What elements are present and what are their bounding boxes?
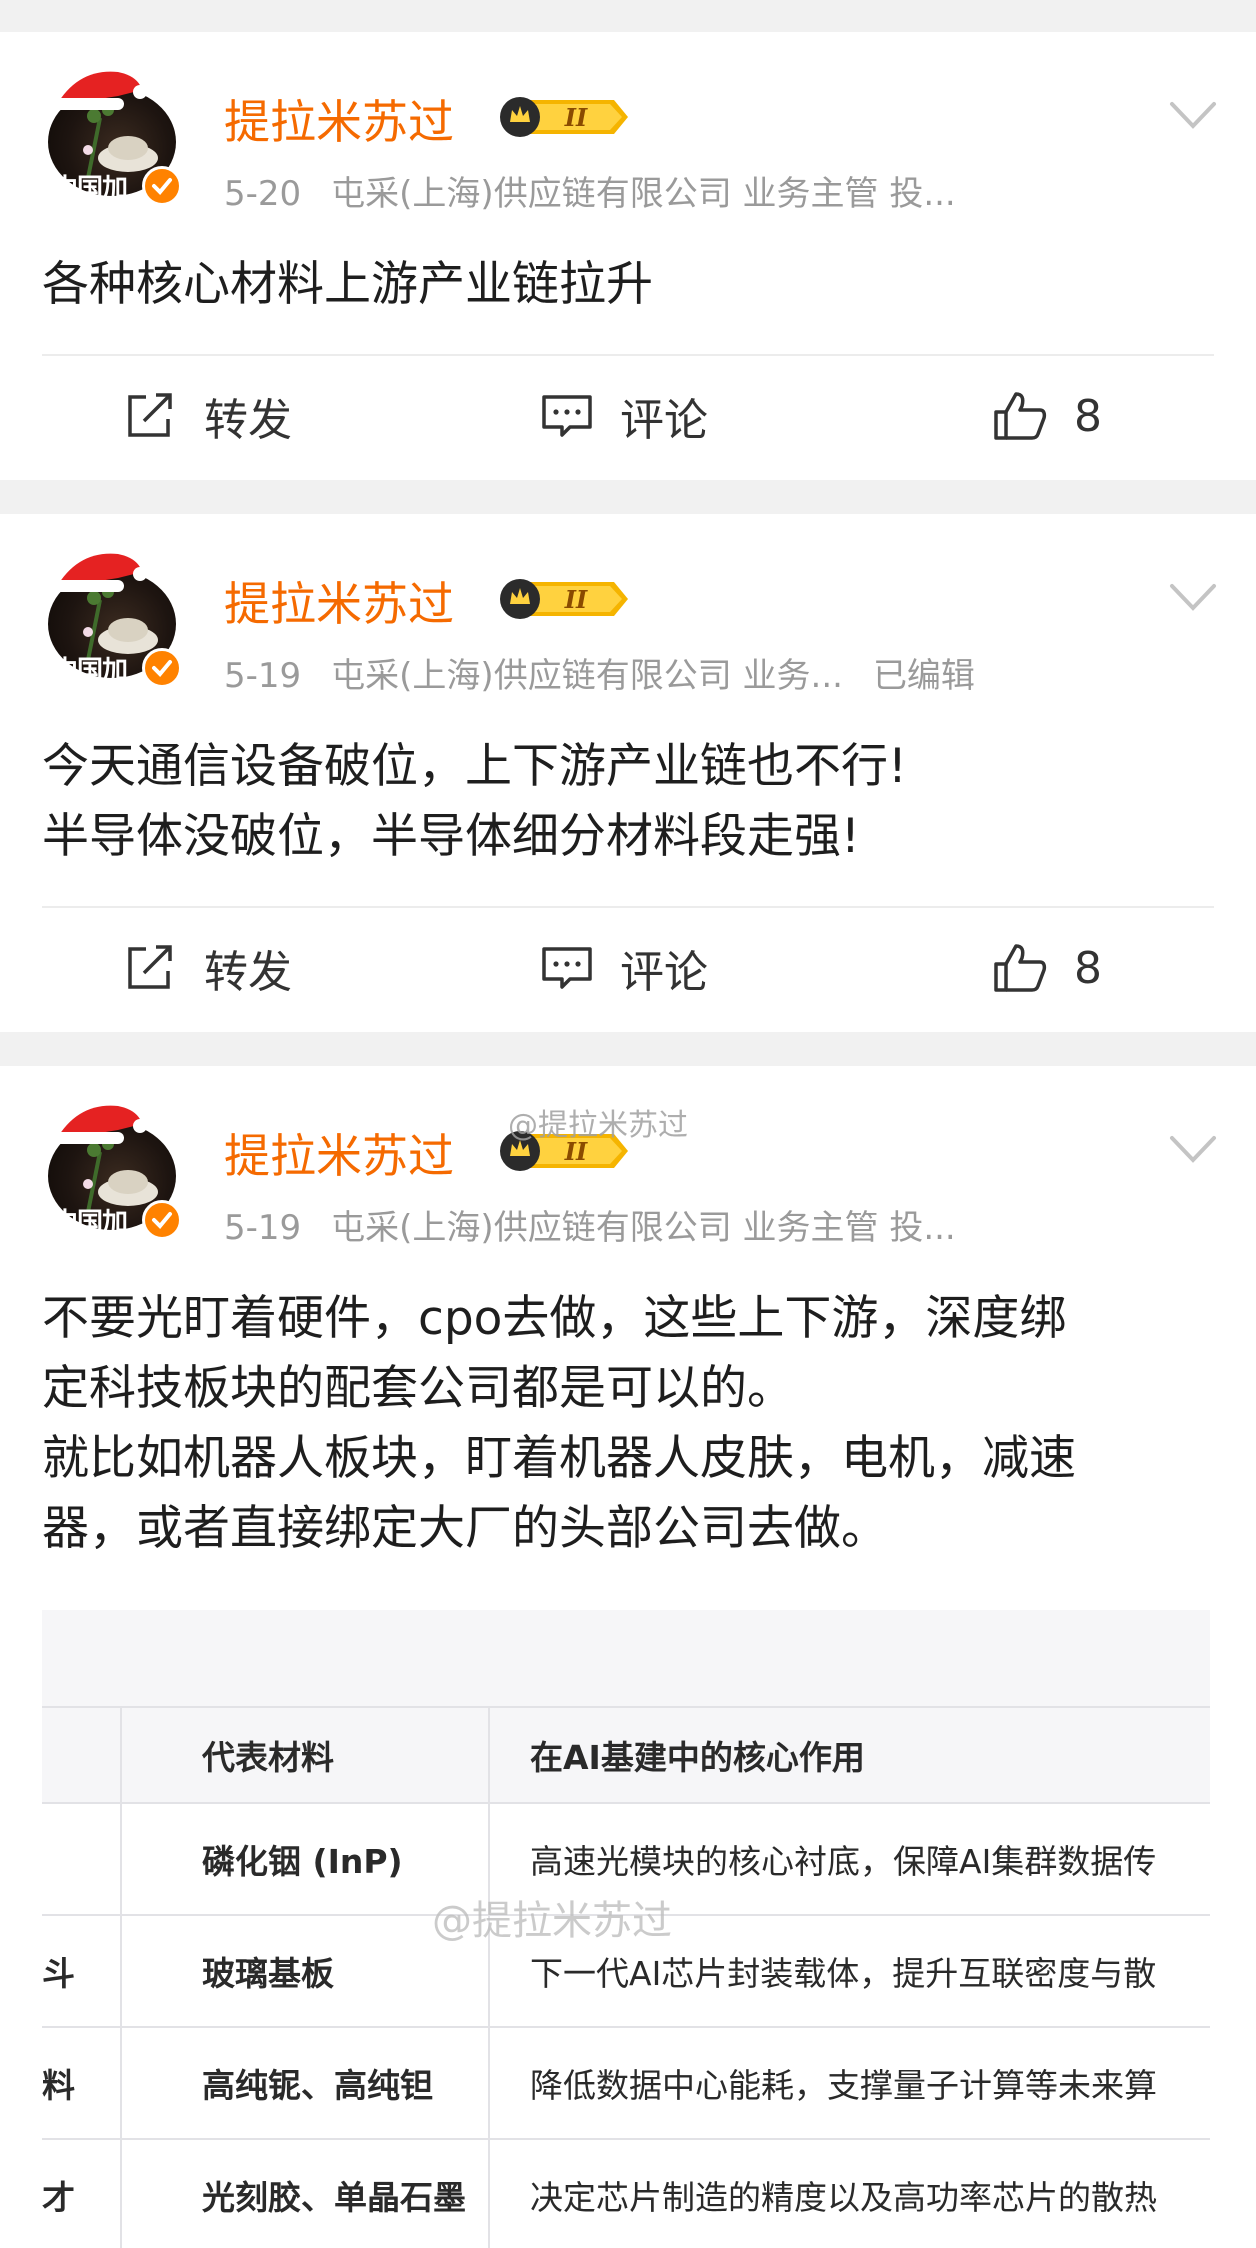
avatar[interactable]: 中国加 <box>46 548 182 688</box>
comment-label: 评论 <box>620 395 708 446</box>
post-date: 5-19 <box>224 656 302 696</box>
repost-button[interactable]: 转发 <box>124 356 292 476</box>
avatar[interactable]: 中国加 <box>46 1100 182 1240</box>
comment-label: 评论 <box>620 947 708 998</box>
table-header-cell: 在AI基建中的核心作用 <box>530 1738 865 1777</box>
chevron-down-icon[interactable] <box>1168 580 1218 614</box>
table-cell: 斗 <box>42 1916 122 2026</box>
like-icon <box>994 392 1047 440</box>
post-header: 中国加 提拉米苏过 II 5-20 屯采(上海)供应链有限公司 业务主管 投... <box>0 32 1256 232</box>
table-cell: 降低数据中心能耗，支撑量子计算等未来算 <box>530 2066 1157 2105</box>
post-date: 5-20 <box>224 174 302 214</box>
author-name[interactable]: 提拉米苏过 <box>224 86 454 152</box>
content-line: 各种核心材料上游产业链拉升 <box>42 257 653 312</box>
content-line: 不要光盯着硬件，cpo去做，这些上下游，深度绑 <box>42 1291 1067 1346</box>
table-cell: 决定芯片制造的精度以及高功率芯片的散热 <box>530 2178 1157 2217</box>
post-meta: 5-19 屯采(上海)供应链有限公司 业务主管 投... <box>224 1200 956 1249</box>
level-badge-icon: II <box>500 97 628 137</box>
table-cell: 光刻胶、单晶石墨 <box>122 2140 490 2248</box>
post-content: 不要光盯着硬件，cpo去做，这些上下游，深度绑 定科技板块的配套公司都是可以的。… <box>42 1284 1222 1564</box>
table-header-row: 代表材料 在AI基建中的核心作用 <box>42 1706 1210 1802</box>
post-header: 中国加 提拉米苏过 II @提拉米苏过 5-19 屯采(上海)供应链有限公司 业务… <box>0 1066 1256 1266</box>
svg-text:II: II <box>564 103 588 132</box>
author-name[interactable]: 提拉米苏过 <box>224 568 454 634</box>
like-button[interactable]: 8 <box>992 356 1102 476</box>
author-profile: 屯采(上海)供应链有限公司 业务... <box>331 656 843 696</box>
table-header-cell <box>42 1708 122 1802</box>
table-cell: 才 <box>42 2140 122 2248</box>
edited-label: 已编辑 <box>872 656 975 696</box>
svg-text:II: II <box>564 585 588 614</box>
post-content: 各种核心材料上游产业链拉升 <box>42 250 1222 320</box>
table-cell: 高纯铌、高纯钽 <box>122 2028 490 2138</box>
action-bar: 转发 评论 8 <box>0 356 1256 476</box>
verified-badge-icon <box>142 1200 182 1240</box>
repost-icon <box>128 393 172 437</box>
like-icon <box>994 944 1047 992</box>
repost-button[interactable]: 转发 <box>124 908 292 1028</box>
chevron-down-icon[interactable] <box>1168 1132 1218 1166</box>
table-row: 才 光刻胶、单晶石墨 决定芯片制造的精度以及高功率芯片的散热 <box>42 2138 1210 2248</box>
content-line: 定科技板块的配套公司都是可以的。 <box>42 1361 794 1416</box>
avatar-caption: 中国加 <box>52 174 128 204</box>
post-content: 今天通信设备破位，上下游产业链也不行! 半导体没破位，半导体细分材料段走强! <box>42 732 1222 872</box>
verified-badge-icon <box>142 166 182 206</box>
like-count: 8 <box>1074 390 1102 442</box>
like-count: 8 <box>1074 942 1102 994</box>
author-name[interactable]: 提拉米苏过 <box>224 1120 454 1186</box>
post-meta: 5-20 屯采(上海)供应链有限公司 业务主管 投... <box>224 166 956 215</box>
verified-badge-icon <box>142 648 182 688</box>
post-card-2: 中国加 提拉米苏过 II 5-19 屯采(上海)供应链有限公司 业务... 已编辑 … <box>0 514 1256 1032</box>
post-date: 5-19 <box>224 1208 302 1248</box>
post-meta: 5-19 屯采(上海)供应链有限公司 业务... 已编辑 <box>224 648 975 697</box>
comment-icon <box>542 395 592 437</box>
like-button[interactable]: 8 <box>992 908 1102 1028</box>
avatar-caption: 中国加 <box>52 1208 128 1238</box>
santa-hat-icon <box>52 553 146 592</box>
chevron-down-icon[interactable] <box>1168 98 1218 132</box>
author-profile: 屯采(上海)供应链有限公司 业务主管 投... <box>331 1208 956 1248</box>
watermark: @提拉米苏过 <box>432 1898 672 1944</box>
post-image-table[interactable]: 代表材料 在AI基建中的核心作用 磷化铟 (InP) 高速光模块的核心衬底，保障… <box>42 1610 1210 2248</box>
comment-button[interactable]: 评论 <box>540 356 708 476</box>
content-line: 就比如机器人板块，盯着机器人皮肤，电机，减速 <box>42 1431 1076 1486</box>
table-cell <box>42 1804 122 1914</box>
santa-hat-icon <box>52 71 146 110</box>
comment-icon <box>542 947 592 989</box>
content-line: 器，或者直接绑定大厂的头部公司去做。 <box>42 1501 888 1556</box>
avatar[interactable]: 中国加 <box>46 66 182 206</box>
avatar-caption: 中国加 <box>52 656 128 686</box>
action-bar: 转发 评论 8 <box>0 908 1256 1028</box>
post-header: 中国加 提拉米苏过 II 5-19 屯采(上海)供应链有限公司 业务... 已编辑 <box>0 514 1256 714</box>
watermark: @提拉米苏过 <box>508 1108 688 1143</box>
table-row: 料 高纯铌、高纯钽 降低数据中心能耗，支撑量子计算等未来算 <box>42 2026 1210 2138</box>
comment-button[interactable]: 评论 <box>540 908 708 1028</box>
author-profile: 屯采(上海)供应链有限公司 业务主管 投... <box>331 174 956 214</box>
content-line: 半导体没破位，半导体细分材料段走强! <box>42 809 860 864</box>
table-header-cell: 代表材料 <box>122 1708 490 1802</box>
content-line: 今天通信设备破位，上下游产业链也不行! <box>42 739 907 794</box>
repost-label: 转发 <box>204 947 292 998</box>
level-badge-icon: II <box>500 579 628 619</box>
table-cell: 料 <box>42 2028 122 2138</box>
repost-label: 转发 <box>204 395 292 446</box>
santa-hat-icon <box>52 1105 146 1144</box>
post-card-1: 中国加 提拉米苏过 II 5-20 屯采(上海)供应链有限公司 业务主管 投...… <box>0 32 1256 480</box>
repost-icon <box>128 945 172 989</box>
